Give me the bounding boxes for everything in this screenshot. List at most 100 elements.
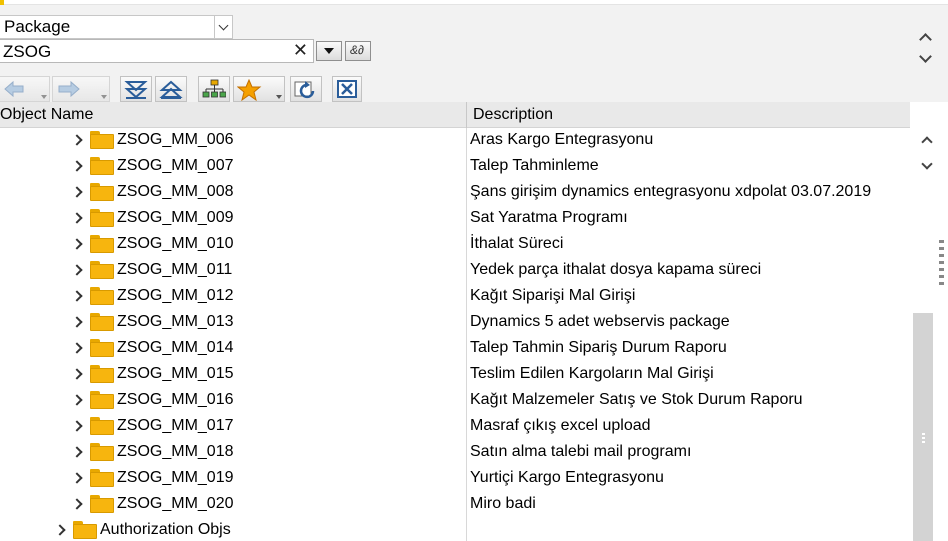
expand-arrow-icon[interactable] [71, 212, 83, 224]
tree-row[interactable]: ZSOG_MM_013 Dynamics 5 adet webservis pa… [0, 310, 910, 336]
tree-row[interactable]: ZSOG_MM_012 Kağıt Siparişi Mal Girişi [0, 284, 910, 310]
folder-icon [90, 261, 114, 279]
clear-icon[interactable]: ✕ [293, 40, 308, 61]
expand-arrow-icon[interactable] [71, 368, 83, 380]
tree-row[interactable]: ZSOG_MM_009 Sat Yaratma Programı [0, 206, 910, 232]
object-name: ZSOG_MM_012 [117, 287, 234, 304]
expand-arrow-icon[interactable] [71, 498, 83, 510]
favorites-button[interactable] [233, 76, 285, 102]
display-button[interactable]: &∂ [345, 41, 371, 61]
expand-all-button[interactable] [120, 76, 152, 102]
tree-row[interactable]: ZSOG_MM_006 Aras Kargo Entegrasyonu [0, 128, 910, 154]
object-description: Sat Yaratma Programı [470, 209, 628, 226]
tree-row[interactable]: Authorization Objs [0, 518, 910, 541]
expand-arrow-icon[interactable] [71, 160, 83, 172]
collapse-all-icon [159, 80, 183, 99]
tree-row[interactable]: ZSOG_MM_011 Yedek parça ithalat dosya ka… [0, 258, 910, 284]
object-name: ZSOG_MM_013 [117, 313, 234, 330]
object-name: ZSOG_MM_017 [117, 417, 234, 434]
tree-row[interactable]: ZSOG_MM_007 Talep Tahminleme [0, 154, 910, 180]
dropdown-chevron-icon[interactable] [214, 16, 232, 38]
expand-arrow-icon[interactable] [71, 446, 83, 458]
favorites-star-icon [237, 79, 262, 101]
expand-arrow-icon[interactable] [71, 394, 83, 406]
close-window-icon [337, 80, 357, 98]
forward-arrow-icon [58, 80, 80, 98]
folder-icon [90, 443, 114, 461]
object-description: Talep Tahmin Sipariş Durum Raporu [470, 339, 727, 356]
collapse-all-button[interactable] [155, 76, 187, 102]
folder-icon [90, 157, 114, 175]
object-name: ZSOG_MM_007 [117, 157, 234, 174]
navigation-toolbar [0, 74, 948, 102]
panel-scroll-down-icon[interactable] [919, 50, 932, 63]
object-type-dropdown[interactable]: Package [0, 15, 233, 39]
expand-arrow-icon[interactable] [71, 290, 83, 302]
scrollbar-thumb[interactable] [913, 313, 933, 541]
back-button[interactable] [0, 76, 50, 102]
object-description: Kağıt Siparişi Mal Girişi [470, 287, 636, 304]
object-description: Satın alma talebi mail programı [470, 443, 692, 460]
folder-icon [90, 365, 114, 383]
object-description: Aras Kargo Entegrasyonu [470, 131, 654, 148]
expand-arrow-icon[interactable] [71, 186, 83, 198]
expand-arrow-icon[interactable] [71, 316, 83, 328]
tree-row[interactable]: ZSOG_MM_015 Teslim Edilen Kargoların Mal… [0, 362, 910, 388]
tree-row[interactable]: ZSOG_MM_016 Kağıt Malzemeler Satış ve St… [0, 388, 910, 414]
column-divider[interactable] [466, 102, 467, 128]
object-description: Yurtiçi Kargo Entegrasyonu [470, 469, 664, 486]
tree-row[interactable]: ZSOG_MM_010 İthalat Süreci [0, 232, 910, 258]
object-name: ZSOG_MM_020 [117, 495, 234, 512]
object-name: ZSOG_MM_009 [117, 209, 234, 226]
tree-scrollbar[interactable] [910, 128, 948, 541]
tree-row[interactable]: ZSOG_MM_018 Satın alma talebi mail progr… [0, 440, 910, 466]
folder-icon [90, 287, 114, 305]
tree-row[interactable]: ZSOG_MM_008 Şans girişim dynamics entegr… [0, 180, 910, 206]
expand-all-icon [124, 81, 148, 99]
expand-arrow-icon[interactable] [71, 342, 83, 354]
back-arrow-icon [4, 80, 24, 98]
tree-row[interactable]: ZSOG_MM_017 Masraf çıkış excel upload [0, 414, 910, 440]
forward-button[interactable] [52, 76, 110, 102]
expand-arrow-icon[interactable] [71, 134, 83, 146]
object-name: ZSOG_MM_006 [117, 131, 234, 148]
splitter-handle[interactable] [939, 240, 944, 288]
object-name: ZSOG_MM_011 [117, 261, 233, 278]
object-search-input[interactable]: ZSOG ✕ [0, 39, 314, 63]
triangle-down-icon [324, 48, 334, 54]
tree-row[interactable]: ZSOG_MM_019 Yurtiçi Kargo Entegrasyonu [0, 466, 910, 492]
object-description: İthalat Süreci [470, 235, 564, 252]
expand-arrow-icon[interactable] [71, 264, 83, 276]
object-description: Miro badi [470, 495, 536, 512]
expand-arrow-icon[interactable] [54, 524, 66, 536]
column-description[interactable]: Description [473, 106, 553, 124]
scroll-up-icon[interactable] [921, 136, 933, 148]
hierarchy-icon [202, 79, 226, 98]
object-name: Authorization Objs [100, 521, 231, 538]
expand-arrow-icon[interactable] [71, 238, 83, 250]
object-description: Şans girişim dynamics entegrasyonu xdpol… [470, 183, 872, 200]
object-name: ZSOG_MM_014 [117, 339, 234, 356]
hierarchy-button[interactable] [198, 76, 230, 102]
object-name: ZSOG_MM_016 [117, 391, 234, 408]
folder-icon [90, 469, 114, 487]
close-window-button[interactable] [332, 76, 362, 102]
expand-arrow-icon[interactable] [71, 420, 83, 432]
object-name: ZSOG_MM_019 [117, 469, 234, 486]
column-object-name[interactable]: Object Name [0, 106, 93, 124]
column-header: Object Name Description [0, 102, 910, 128]
expand-arrow-icon[interactable] [71, 472, 83, 484]
folder-icon [90, 313, 114, 331]
folder-icon [90, 209, 114, 227]
scroll-down-icon[interactable] [921, 158, 933, 170]
search-history-button[interactable] [316, 41, 342, 61]
folder-icon [90, 417, 114, 435]
glasses-icon: &∂ [350, 43, 364, 57]
object-description: Teslim Edilen Kargoların Mal Girişi [470, 365, 714, 382]
tree-row[interactable]: ZSOG_MM_014 Talep Tahmin Sipariş Durum R… [0, 336, 910, 362]
object-description: Kağıt Malzemeler Satış ve Stok Durum Rap… [470, 391, 803, 408]
panel-scroll-up-icon[interactable] [919, 33, 932, 46]
refresh-button[interactable] [290, 76, 322, 102]
object-description: Talep Tahminleme [470, 157, 599, 174]
tree-row[interactable]: ZSOG_MM_020 Miro badi [0, 492, 910, 518]
